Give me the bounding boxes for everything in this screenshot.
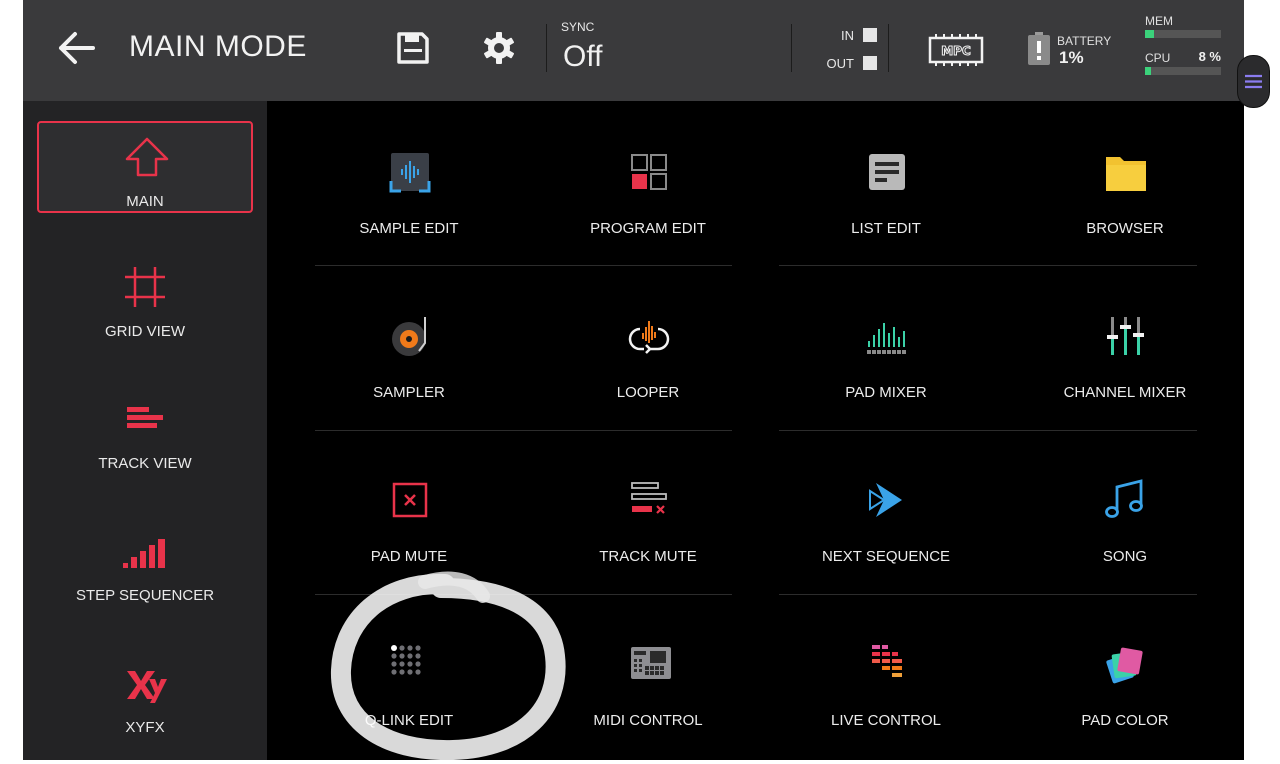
mpc-icon: MPC [928,34,984,66]
list-icon [869,154,905,190]
sidebar-item-xyfx[interactable]: XYFX [37,649,253,741]
mode-tile-label: SAMPLER [373,384,445,401]
sidebar-item-label: TRACK VIEW [98,455,192,472]
top-bar: MAIN MODE SYNC Off IN OUT MPC BATTERY 1%… [23,0,1244,101]
sidebar-item-grid-view[interactable]: GRID VIEW [37,253,253,345]
page-title: MAIN MODE [129,30,307,63]
mode-tile-label: PAD MUTE [370,548,448,565]
mem-meter [1145,30,1221,38]
mode-grid: SAMPLE EDIT PROGRAM EDIT LIST EDIT BROWS… [267,101,1244,760]
pad-mute-icon [392,482,428,518]
mode-tile-label: LIVE CONTROL [830,712,942,729]
color-swatch-icon [1106,647,1143,684]
mode-tile-label: PAD MIXER [845,384,927,401]
mode-tile-browser[interactable]: BROWSER [1006,109,1244,259]
track-mute-icon [631,482,667,514]
mode-tile-label: NEXT SEQUENCE [821,548,951,565]
row-divider [315,265,732,266]
mode-tile-song[interactable]: SONG [1006,437,1244,587]
mode-tile-label: LOOPER [616,384,680,401]
mode-tile-sample-edit[interactable]: SAMPLE EDIT [290,109,528,259]
mode-tile-next-sequence[interactable]: NEXT SEQUENCE [767,437,1005,587]
mem-label: MEM [1145,14,1173,28]
row-divider [779,430,1197,431]
mode-tile-list-edit[interactable]: LIST EDIT [767,109,1005,259]
midi-in-label: IN [841,28,854,43]
save-icon[interactable] [395,30,431,66]
faders-icon [1107,317,1144,355]
loop-icon [628,321,670,354]
row-divider [779,594,1197,595]
waveform-icon [389,153,431,193]
header-divider [791,24,792,72]
home-arrow-icon [125,137,169,177]
row-divider [779,265,1197,266]
folder-icon [1106,157,1146,191]
mode-tile-looper[interactable]: LOOPER [529,273,767,423]
sidebar-item-label: MAIN [126,193,164,210]
mode-tile-label: PAD COLOR [1081,712,1169,729]
qlink-dots-icon [391,645,421,675]
mode-tile-label: TRACK MUTE [599,548,697,565]
cpu-label: CPU [1145,51,1171,65]
step-bars-icon [123,539,165,568]
header-divider [888,24,889,72]
sidebar-item-label: GRID VIEW [104,323,185,340]
gear-icon[interactable] [481,30,517,66]
program-grid-icon [631,154,667,190]
mode-tile-pad-mixer[interactable]: PAD MIXER [767,273,1005,423]
mode-tile-label: SAMPLE EDIT [359,220,459,237]
sidebar-item-track-view[interactable]: TRACK VIEW [37,385,253,477]
mpc-badge-text: MPC [941,44,971,58]
mode-tile-label: Q-LINK EDIT [364,712,454,729]
midi-in-indicator [863,28,877,42]
sidebar-item-label: STEP SEQUENCER [75,587,215,604]
mode-tile-pad-color[interactable]: PAD COLOR [1006,601,1244,751]
cpu-value: 8 % [1198,49,1221,64]
battery-icon [1028,32,1050,65]
app-window: MAIN MODE SYNC Off IN OUT MPC BATTERY 1%… [23,0,1244,760]
xy-icon [127,671,167,703]
mode-tile-sampler[interactable]: SAMPLER [290,273,528,423]
mode-tile-live-control[interactable]: LIVE CONTROL [767,601,1005,751]
mode-tile-label: MIDI CONTROL [593,712,703,729]
sync-label: SYNC [561,20,595,34]
mode-tile-midi-control[interactable]: MIDI CONTROL [529,601,767,751]
battery-value: 1% [1059,48,1084,67]
live-control-icon [872,645,902,677]
row-divider [315,594,732,595]
midi-out-indicator [863,56,877,70]
mem-meter-fill [1145,30,1155,38]
mode-tile-qlink-edit[interactable]: Q-LINK EDIT [290,601,528,751]
row-divider [315,430,732,431]
mode-tile-label: CHANNEL MIXER [1063,384,1187,401]
sidebar: MAIN GRID VIEW TRACK VIEW STEP SEQUENCER… [23,101,267,760]
midi-controller-icon [631,647,671,679]
menu-icon[interactable] [1237,55,1270,108]
next-sequence-icon [869,483,902,517]
track-bars-icon [127,407,163,428]
cpu-meter [1145,67,1221,75]
header-divider [546,24,547,72]
mode-tile-label: PROGRAM EDIT [590,220,706,237]
mode-tile-program-edit[interactable]: PROGRAM EDIT [529,109,767,259]
music-note-icon [1105,479,1143,518]
cpu-meter-fill [1145,67,1152,75]
battery-label: BATTERY [1057,34,1112,48]
sync-value[interactable]: Off [563,40,602,74]
sidebar-item-label: XYFX [125,719,165,736]
mode-tile-channel-mixer[interactable]: CHANNEL MIXER [1006,273,1244,423]
sidebar-item-step-sequencer[interactable]: STEP SEQUENCER [37,517,253,609]
midi-out-label: OUT [826,56,854,71]
mode-tile-label: SONG [1102,548,1148,565]
mode-tile-label: LIST EDIT [851,220,921,237]
mode-tile-track-mute[interactable]: TRACK MUTE [529,437,767,587]
grid-icon [125,267,165,307]
sidebar-item-main[interactable]: MAIN [37,121,253,213]
mode-tile-pad-mute[interactable]: PAD MUTE [290,437,528,587]
mode-tile-label: BROWSER [1086,220,1164,237]
turntable-icon [392,317,426,356]
back-arrow-icon[interactable] [55,28,97,68]
pad-mixer-icon [867,323,906,354]
